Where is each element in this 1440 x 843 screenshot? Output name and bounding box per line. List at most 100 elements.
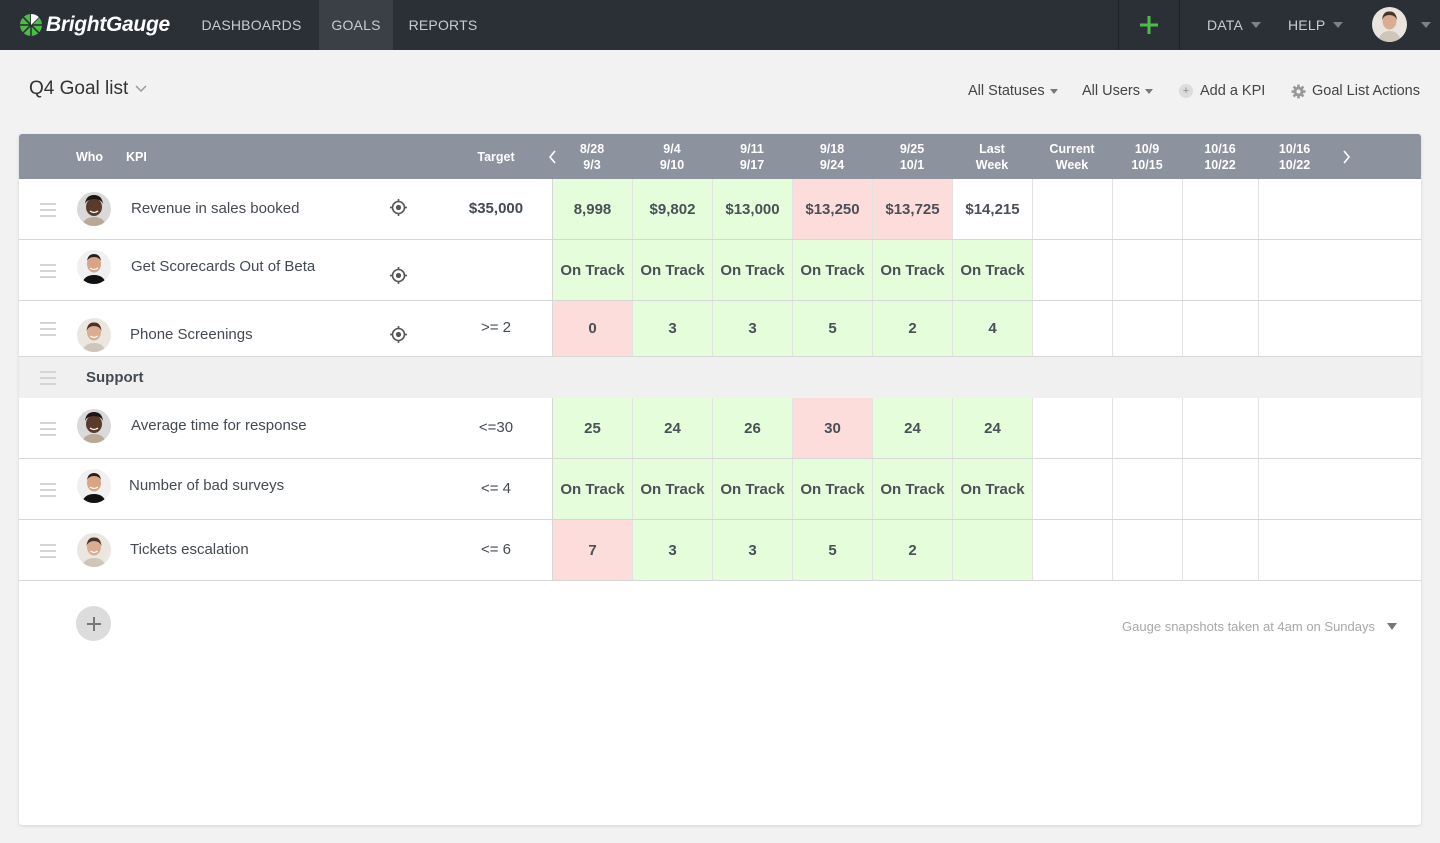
value-cell[interactable]: $13,000	[712, 179, 792, 239]
value-cell[interactable]: On Track	[872, 459, 952, 519]
header-period[interactable]: 9/4 9/10	[632, 134, 712, 179]
value-cell[interactable]: On Track	[872, 240, 952, 300]
value-cell[interactable]	[1182, 301, 1258, 356]
nav-goals[interactable]: GOALS	[319, 0, 393, 50]
status-filter[interactable]: All Statuses	[968, 82, 1058, 100]
drag-handle-icon[interactable]	[40, 421, 56, 436]
user-filter[interactable]: All Users	[1082, 82, 1154, 100]
value-cell[interactable]: 24	[632, 398, 712, 458]
value-cell[interactable]: 0	[552, 301, 632, 356]
value-cell[interactable]	[1032, 459, 1112, 519]
value-cell[interactable]: On Track	[952, 240, 1032, 300]
value-cell[interactable]: 26	[712, 398, 792, 458]
header-period[interactable]: 10/16 10/22	[1258, 134, 1331, 179]
value-cell[interactable]	[1258, 179, 1331, 239]
header-period[interactable]: 9/18 9/24	[792, 134, 872, 179]
value-cell[interactable]	[1182, 459, 1258, 519]
crosshair-target-icon[interactable]	[389, 325, 408, 344]
value-cell[interactable]: 5	[792, 520, 872, 580]
header-period[interactable]: 10/9 10/15	[1112, 134, 1182, 179]
value-cell[interactable]	[1182, 179, 1258, 239]
value-cell[interactable]: 3	[632, 520, 712, 580]
user-menu-chevron-icon[interactable]	[1421, 22, 1431, 28]
header-period[interactable]: 9/11 9/17	[712, 134, 792, 179]
value-cell[interactable]	[1112, 240, 1182, 300]
value-cell[interactable]	[1258, 398, 1331, 458]
nav-dashboards[interactable]: DASHBOARDS	[191, 0, 312, 50]
value-cell[interactable]	[1112, 459, 1182, 519]
value-cell[interactable]	[1258, 301, 1331, 356]
value-cell[interactable]: 4	[952, 301, 1032, 356]
value-cell[interactable]: 24	[952, 398, 1032, 458]
kpi-name[interactable]: Revenue in sales booked	[131, 200, 299, 217]
kpi-name[interactable]: Phone Screenings	[130, 326, 253, 343]
snapshot-schedule-dropdown[interactable]: Gauge snapshots taken at 4am on Sundays	[1122, 619, 1397, 634]
drag-handle-icon[interactable]	[40, 370, 56, 385]
nav-reports[interactable]: REPORTS	[400, 0, 486, 50]
header-period[interactable]: 8/28 9/3	[552, 134, 632, 179]
value-cell[interactable]: $13,250	[792, 179, 872, 239]
value-cell[interactable]	[1032, 398, 1112, 458]
value-cell[interactable]: 5	[792, 301, 872, 356]
value-cell[interactable]: On Track	[952, 459, 1032, 519]
value-cell[interactable]: On Track	[712, 240, 792, 300]
kpi-name[interactable]: Tickets escalation	[130, 541, 249, 558]
add-row-button[interactable]	[76, 606, 111, 641]
value-cell[interactable]: On Track	[632, 459, 712, 519]
create-new-button[interactable]	[1119, 0, 1179, 50]
drag-handle-icon[interactable]	[40, 482, 56, 497]
kpi-name[interactable]: Get Scorecards Out of Beta	[131, 258, 315, 275]
value-cell[interactable]: 25	[552, 398, 632, 458]
owner-avatar[interactable]	[77, 469, 111, 503]
value-cell[interactable]	[1182, 398, 1258, 458]
header-period[interactable]: Last Week	[952, 134, 1032, 179]
value-cell[interactable]: On Track	[552, 240, 632, 300]
value-cell[interactable]	[1182, 520, 1258, 580]
drag-handle-icon[interactable]	[40, 202, 56, 217]
owner-avatar[interactable]	[77, 318, 111, 352]
value-cell[interactable]	[1182, 240, 1258, 300]
value-cell[interactable]	[1112, 520, 1182, 580]
header-period[interactable]: 9/25 10/1	[872, 134, 952, 179]
value-cell[interactable]: On Track	[552, 459, 632, 519]
kpi-name[interactable]: Average time for response	[131, 417, 307, 434]
value-cell[interactable]	[952, 520, 1032, 580]
owner-avatar[interactable]	[77, 192, 111, 226]
value-cell[interactable]: $13,725	[872, 179, 952, 239]
value-cell[interactable]	[1032, 301, 1112, 356]
value-cell[interactable]: On Track	[712, 459, 792, 519]
nav-help-menu[interactable]: HELP	[1288, 0, 1350, 50]
owner-avatar[interactable]	[77, 533, 111, 567]
drag-handle-icon[interactable]	[40, 263, 56, 278]
value-cell[interactable]: 2	[872, 301, 952, 356]
value-cell[interactable]: On Track	[632, 240, 712, 300]
value-cell[interactable]	[1032, 179, 1112, 239]
nav-data-menu[interactable]: DATA	[1207, 0, 1267, 50]
value-cell[interactable]: $14,215	[952, 179, 1032, 239]
value-cell[interactable]: 2	[872, 520, 952, 580]
value-cell[interactable]: 3	[712, 520, 792, 580]
goal-list-actions-button[interactable]: Goal List Actions	[1291, 82, 1420, 100]
drag-handle-icon[interactable]	[40, 543, 56, 558]
header-period[interactable]: Current Week	[1032, 134, 1112, 179]
value-cell[interactable]	[1258, 459, 1331, 519]
value-cell[interactable]: On Track	[792, 459, 872, 519]
drag-handle-icon[interactable]	[40, 322, 56, 336]
value-cell[interactable]	[1032, 520, 1112, 580]
add-kpi-button[interactable]: + Add a KPI	[1179, 82, 1265, 100]
value-cell[interactable]: 30	[792, 398, 872, 458]
value-cell[interactable]	[1258, 240, 1331, 300]
header-period[interactable]: 10/16 10/22	[1182, 134, 1258, 179]
value-cell[interactable]	[1112, 179, 1182, 239]
value-cell[interactable]: $9,802	[632, 179, 712, 239]
value-cell[interactable]: 7	[552, 520, 632, 580]
brand-logo[interactable]: BrightGauge	[19, 10, 170, 40]
goal-list-selector[interactable]: Q4 Goal list	[29, 78, 147, 100]
next-period-button[interactable]	[1339, 134, 1353, 179]
value-cell[interactable]: 3	[712, 301, 792, 356]
user-avatar[interactable]	[1372, 7, 1407, 42]
value-cell[interactable]: 8,998	[552, 179, 632, 239]
crosshair-target-icon[interactable]	[389, 198, 408, 217]
value-cell[interactable]: 3	[632, 301, 712, 356]
owner-avatar[interactable]	[77, 409, 111, 443]
